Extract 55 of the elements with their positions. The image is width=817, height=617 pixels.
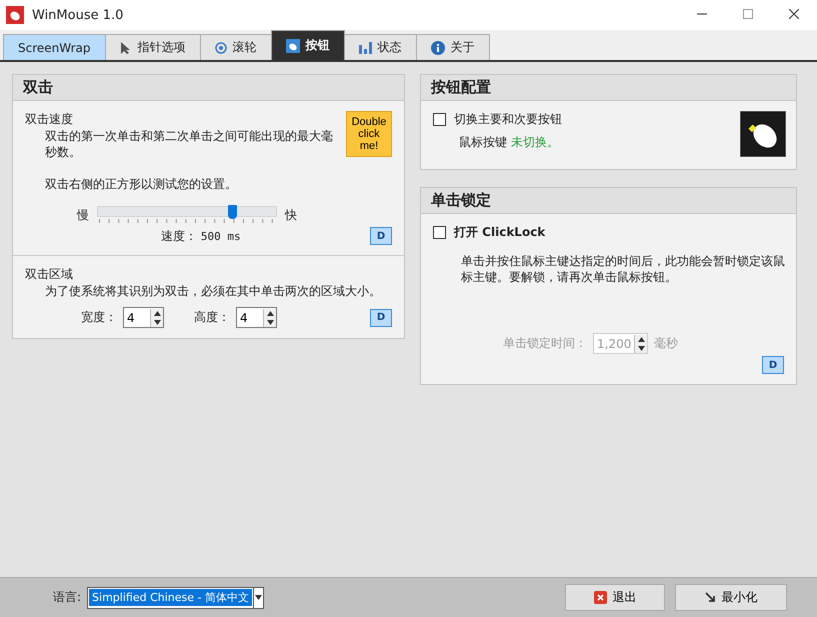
- slider-thumb[interactable]: [228, 205, 236, 219]
- spin-up-button[interactable]: [635, 334, 647, 344]
- default-button[interactable]: D: [370, 308, 392, 326]
- close-icon: [594, 591, 606, 604]
- arrow-icon: [704, 592, 716, 603]
- height-spinner[interactable]: 4: [236, 307, 277, 328]
- default-button[interactable]: D: [762, 356, 784, 374]
- spin-up-button[interactable]: [264, 308, 276, 318]
- tab[interactable]: 按钮: [270, 30, 344, 60]
- panel-title: 单击锁定: [421, 188, 796, 214]
- hint-text: 双击右侧的正方形以测试您的设置。: [44, 176, 238, 192]
- tab[interactable]: ScreenWrap: [3, 34, 106, 60]
- caret-icon: [254, 595, 262, 600]
- bar-chart-icon: [358, 41, 372, 54]
- pointer-icon: [120, 40, 132, 54]
- checkbox-label: 打开 ClickLock: [454, 224, 546, 241]
- tab[interactable]: 关于: [416, 34, 490, 60]
- fast-label: 快: [285, 207, 297, 224]
- description-text: 为了使系统将其识别为双击，必须在其中单击两次的区域大小。: [44, 283, 382, 299]
- maximize-icon[interactable]: [743, 9, 753, 19]
- app-logo-icon: [6, 6, 24, 24]
- window-title: WinMouse 1.0: [32, 8, 124, 22]
- language-label: 语言:: [53, 589, 82, 606]
- checkbox-label: 切换主要和次要按钮: [454, 111, 562, 128]
- info-icon: [430, 40, 444, 54]
- target-icon: [214, 42, 226, 54]
- default-button[interactable]: D: [370, 227, 392, 245]
- tab[interactable]: 指针选项: [104, 34, 200, 60]
- tab[interactable]: 状态: [344, 34, 416, 60]
- height-label: 高度：: [194, 309, 230, 326]
- minimize-button[interactable]: 最小化: [675, 584, 787, 611]
- checkbox[interactable]: [433, 226, 446, 239]
- time-label: 单击锁定时间：: [503, 335, 587, 352]
- width-spinner[interactable]: 4: [123, 307, 164, 328]
- description-text: 单击并按住鼠标主键达指定的时间后，此功能会暂时锁定该鼠标主键。要解锁，请再次单击鼠标按钮。: [460, 253, 786, 285]
- unit-label: 毫秒: [654, 335, 678, 352]
- test-button[interactable]: Double click me!: [346, 111, 392, 157]
- panel-title: 双击: [13, 75, 404, 101]
- close-icon[interactable]: [789, 9, 799, 19]
- section-heading: 双击区域: [25, 266, 73, 283]
- panel-title: 按钮配置: [421, 75, 796, 101]
- mouse-icon: [740, 111, 786, 157]
- tab[interactable]: 滚轮: [200, 34, 272, 60]
- exit-button[interactable]: 退出: [565, 584, 665, 611]
- status-text: 鼠标按键 未切换。: [458, 134, 560, 150]
- description-text: 双击的第一次单击和第二次单击之间可能出现的最大毫秒数。: [44, 128, 334, 160]
- checkbox[interactable]: [433, 113, 446, 126]
- spin-up-button[interactable]: [151, 308, 163, 318]
- mouse-icon: [286, 38, 300, 52]
- speed-reading: 速度： 500 ms: [161, 228, 241, 244]
- language-dropdown[interactable]: Simplified Chinese - 简体中文: [87, 586, 264, 608]
- width-label: 宽度：: [81, 309, 117, 326]
- section-heading: 双击速度: [25, 111, 73, 128]
- speed-slider[interactable]: [97, 206, 277, 217]
- slow-label: 慢: [77, 207, 89, 224]
